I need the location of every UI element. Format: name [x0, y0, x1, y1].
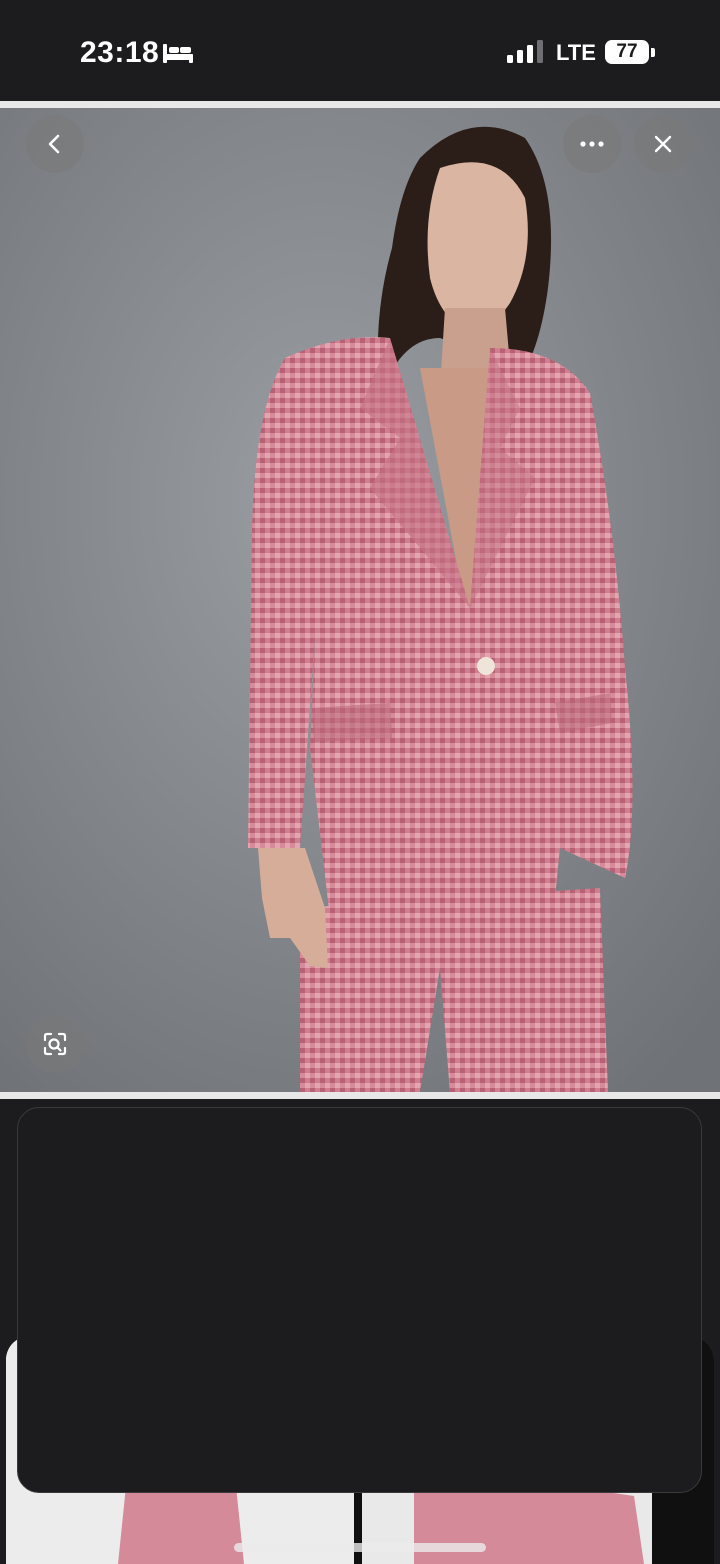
jacket-button — [477, 657, 495, 675]
bed-icon — [163, 44, 193, 63]
home-indicator — [234, 1543, 486, 1552]
visual-search-icon — [43, 1032, 67, 1056]
cellular-signal-icon — [507, 40, 543, 63]
battery-indicator: 77 — [605, 40, 657, 66]
photo-viewer — [0, 101, 720, 1099]
battery-tip — [651, 48, 655, 57]
fashion-photo[interactable] — [0, 108, 720, 1092]
jacket-pocket-left — [312, 703, 392, 742]
network-type: LTE — [556, 40, 596, 65]
visual-search-button[interactable] — [26, 1015, 84, 1073]
status-time: 23:18 — [80, 36, 160, 69]
photo-illustration — [0, 108, 720, 1092]
back-button[interactable] — [26, 115, 84, 173]
suit-trousers — [300, 888, 608, 1092]
bottom-sheet — [17, 1107, 702, 1493]
ellipsis-icon — [580, 141, 604, 147]
close-button[interactable] — [634, 115, 692, 173]
battery-level: 77 — [616, 41, 638, 62]
close-icon — [654, 135, 672, 153]
status-bar: 23:18 LTE 77 — [0, 0, 720, 100]
more-options-button[interactable] — [563, 115, 621, 173]
chevron-left-icon — [48, 134, 60, 154]
